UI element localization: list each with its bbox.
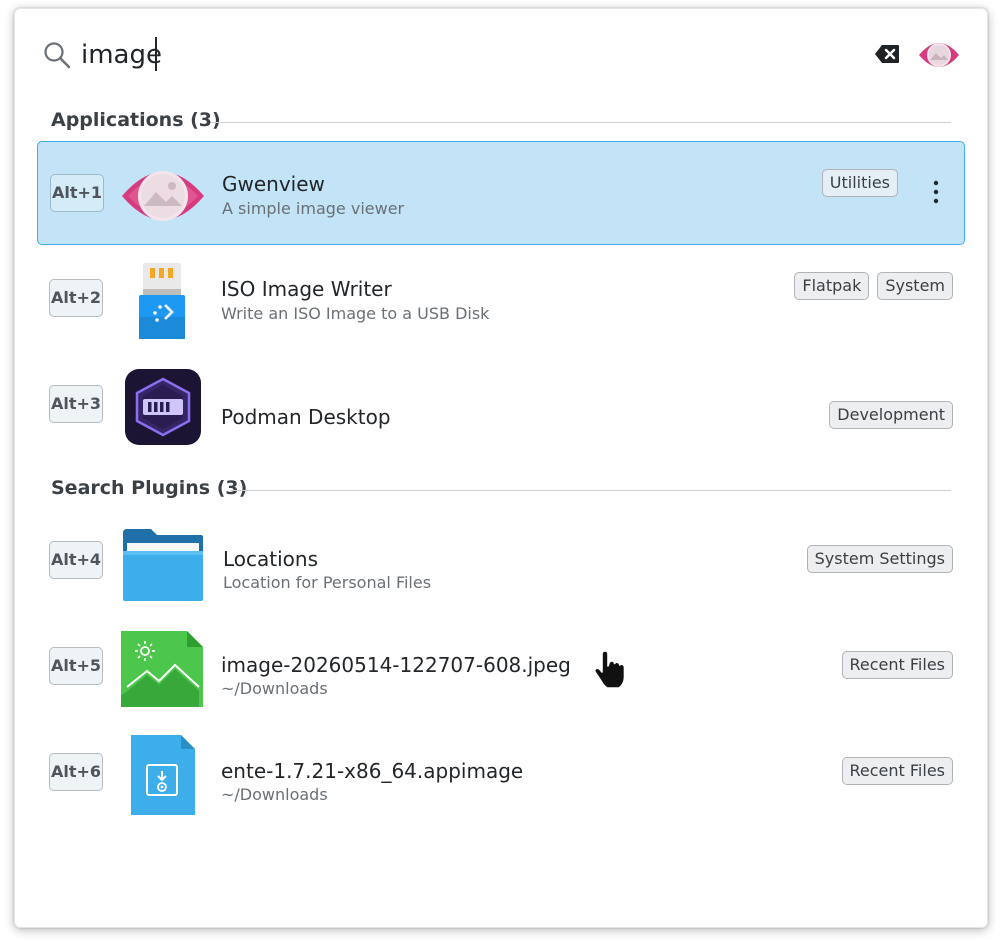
- result-title: ente-1.7.21-x86_64.appimage: [221, 759, 524, 783]
- result-subtitle: A simple image viewer: [222, 199, 405, 218]
- shortcut-badge: Alt+4: [49, 541, 103, 579]
- folder-icon: [123, 529, 203, 601]
- tag-group: Flatpak System: [794, 272, 953, 300]
- category-tag: Flatpak: [794, 272, 870, 300]
- search-input[interactable]: [81, 35, 841, 75]
- result-title: Locations: [223, 547, 319, 571]
- shortcut-badge: Alt+3: [49, 385, 103, 423]
- result-row-appimage[interactable]: Alt+6 ente-1.7.21-x86_64.appimage ~/Down…: [37, 721, 965, 825]
- search-icon: [44, 42, 71, 69]
- shortcut-badge: Alt+1: [50, 174, 104, 212]
- shortcut-badge: Alt+2: [49, 279, 103, 317]
- result-title: ISO Image Writer: [221, 277, 392, 301]
- section-title: Applications (3): [51, 109, 221, 131]
- result-subtitle: ~/Downloads: [221, 679, 328, 698]
- more-options-icon[interactable]: [930, 178, 942, 206]
- podman-desktop-icon: [125, 369, 201, 445]
- result-row-gwenview[interactable]: Alt+1 Gwenview A simple image viewer Uti…: [37, 141, 965, 245]
- tag-group: Development: [829, 401, 953, 429]
- category-tag: System: [877, 272, 953, 300]
- tag-group: System Settings: [806, 545, 953, 573]
- usb-drive-icon: [139, 263, 185, 339]
- shortcut-badge: Alt+6: [49, 753, 103, 791]
- result-title: Gwenview: [222, 172, 325, 196]
- tag-group: Recent Files: [841, 757, 953, 785]
- category-tag: System Settings: [806, 545, 953, 573]
- result-row-image-jpeg[interactable]: Alt+5 image-20260514-122707-608.jpeg ~/D…: [37, 615, 965, 719]
- section-title: Search Plugins (3): [51, 477, 248, 499]
- result-title: Podman Desktop: [221, 405, 391, 429]
- result-subtitle: ~/Downloads: [221, 785, 328, 804]
- category-tag: Recent Files: [841, 757, 953, 785]
- section-divider: [231, 490, 951, 491]
- section-header-search-plugins: Search Plugins (3): [51, 477, 951, 505]
- result-title: image-20260514-122707-608.jpeg: [221, 653, 571, 677]
- result-subtitle: Location for Personal Files: [223, 573, 432, 592]
- section-divider: [211, 122, 951, 123]
- search-bar: [15, 9, 987, 101]
- appimage-file-icon: [131, 735, 195, 815]
- clear-text-icon[interactable]: [874, 44, 900, 64]
- result-row-podman-desktop[interactable]: Alt+3 Podman Desktop Development: [37, 353, 965, 457]
- section-header-applications: Applications (3): [51, 109, 951, 137]
- category-tag: Development: [829, 401, 953, 429]
- shortcut-badge: Alt+5: [49, 647, 103, 685]
- tag-group: Recent Files: [841, 651, 953, 679]
- gwenview-small-icon[interactable]: [917, 35, 961, 75]
- hand-pointer-icon: [593, 651, 626, 689]
- gwenview-icon: [122, 171, 204, 221]
- krunner-window: Applications (3) Alt+1 Gwenview A simple…: [14, 8, 988, 928]
- tag-group: Utilities: [821, 169, 898, 197]
- category-tag: Recent Files: [841, 651, 953, 679]
- text-caret: [155, 37, 157, 71]
- image-file-icon: [121, 631, 203, 707]
- result-subtitle: Write an ISO Image to a USB Disk: [221, 304, 490, 323]
- category-tag: Utilities: [821, 169, 898, 197]
- result-row-locations[interactable]: Alt+4 Locations Location for Personal Fi…: [37, 509, 965, 613]
- result-row-iso-image-writer[interactable]: Alt+2 ISO Image Writer Write an ISO Imag…: [37, 247, 965, 351]
